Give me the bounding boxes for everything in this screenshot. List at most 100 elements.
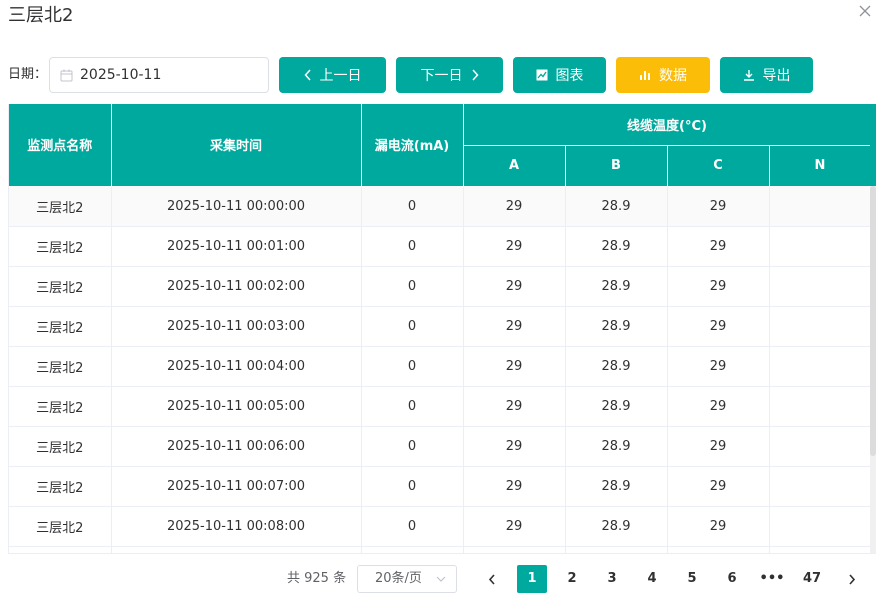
scrollbar-thumb[interactable] [870, 186, 876, 456]
prev-day-button[interactable]: 上一日 [279, 57, 386, 93]
header-n[interactable]: N [769, 145, 872, 187]
table-row[interactable]: 三层北2 2025-10-11 00:07:00 0 29 28.9 29 [9, 466, 872, 507]
cell-n [769, 546, 872, 553]
table-row[interactable]: 三层北2 2025-10-11 00:01:00 0 29 28.9 29 [9, 226, 872, 267]
cell-c: 29 [667, 426, 770, 467]
data-view-button[interactable]: 数据 [616, 57, 710, 93]
dialog-title: 三层北2 [8, 5, 74, 26]
page-number[interactable]: 1 [517, 565, 547, 593]
calendar-icon [60, 69, 73, 82]
cell-name: 三层北2 [9, 466, 112, 507]
export-button[interactable]: 导出 [720, 57, 813, 93]
page-number[interactable]: 6 [717, 565, 747, 593]
cell-time: 2025-10-11 00:06:00 [111, 426, 362, 467]
next-day-button[interactable]: 下一日 [396, 57, 503, 93]
cell-time: 2025-10-11 00:03:00 [111, 306, 362, 347]
header-time[interactable]: 采集时间 [111, 104, 362, 187]
cell-b: 28.9 [565, 346, 668, 387]
cell-time: 2025-10-11 00:07:00 [111, 466, 362, 507]
date-label: 日期： [8, 67, 48, 82]
header-leak[interactable]: 漏电流(mA) [361, 104, 464, 187]
cell-a: 29 [463, 506, 566, 547]
close-icon[interactable] [858, 4, 872, 18]
cell-b: 28.9 [565, 466, 668, 507]
page-number[interactable]: 4 [637, 565, 667, 593]
data-view-label: 数据 [659, 68, 687, 84]
cell-n [769, 346, 872, 387]
cell-a: 29 [463, 346, 566, 387]
cell-name: 三层北2 [9, 426, 112, 467]
chevron-left-icon [488, 574, 495, 585]
cell-n [769, 266, 872, 307]
table-row[interactable]: 三层北2 2025-10-11 00:08:00 0 29 28.9 29 [9, 506, 872, 547]
table-row[interactable]: 三层北2 2025-10-11 00:06:00 0 29 28.9 29 [9, 426, 872, 467]
cell-name: 三层北2 [9, 186, 112, 227]
export-label: 导出 [762, 68, 791, 84]
cell-c: 29 [667, 266, 770, 307]
table-row[interactable]: 三层北2 2025-10-11 00:04:00 0 29 28.9 29 [9, 346, 872, 387]
cell-c [667, 546, 770, 553]
line-chart-icon [536, 69, 547, 81]
cell-c: 29 [667, 186, 770, 227]
pagination: 共 925 条 20条/页 1 2 3 4 5 6 ••• 47 [0, 565, 880, 593]
cell-name: 三层北2 [9, 266, 112, 307]
header-b[interactable]: B [565, 145, 668, 187]
cell-c: 29 [667, 306, 770, 347]
table-row[interactable] [9, 546, 872, 553]
cell-b: 28.9 [565, 426, 668, 467]
header-a[interactable]: A [463, 145, 566, 187]
cell-time: 2025-10-11 00:01:00 [111, 226, 362, 267]
cell-n [769, 506, 872, 547]
cell-leak: 0 [361, 226, 464, 267]
cell-leak: 0 [361, 346, 464, 387]
cell-name: 三层北2 [9, 506, 112, 547]
cell-name: 三层北2 [9, 226, 112, 267]
cell-b: 28.9 [565, 386, 668, 427]
page-number[interactable]: 5 [677, 565, 707, 593]
cell-a: 29 [463, 186, 566, 227]
cell-b: 28.9 [565, 226, 668, 267]
page-ellipsis[interactable]: ••• [757, 565, 787, 593]
page-number[interactable]: 2 [557, 565, 587, 593]
prev-day-label: 上一日 [319, 68, 362, 84]
page-size-select[interactable]: 20条/页 [357, 565, 457, 593]
cell-c: 29 [667, 466, 770, 507]
cell-name: 三层北2 [9, 346, 112, 387]
cell-name: 三层北2 [9, 386, 112, 427]
page-size-value: 20条/页 [375, 571, 422, 586]
table-row[interactable]: 三层北2 2025-10-11 00:03:00 0 29 28.9 29 [9, 306, 872, 347]
toolbar: 日期： 2025-10-11 上一日 下一日 图表 数据 导出 [8, 57, 872, 93]
prev-page-button[interactable] [477, 565, 507, 593]
next-page-button[interactable] [837, 565, 867, 593]
table-row[interactable]: 三层北2 2025-10-11 00:02:00 0 29 28.9 29 [9, 266, 872, 307]
chart-view-label: 图表 [555, 68, 584, 84]
header-temp-group: 线缆温度(°C) [463, 104, 872, 146]
next-day-label: 下一日 [420, 68, 463, 84]
chevron-down-icon [436, 576, 446, 582]
cell-c: 29 [667, 346, 770, 387]
cell-leak: 0 [361, 306, 464, 347]
cell-time: 2025-10-11 00:08:00 [111, 506, 362, 547]
chevron-right-icon [471, 69, 479, 81]
header-name[interactable]: 监测点名称 [9, 104, 112, 187]
date-input[interactable]: 2025-10-11 [49, 57, 269, 93]
table-row[interactable]: 三层北2 2025-10-11 00:05:00 0 29 28.9 29 [9, 386, 872, 427]
cell-c: 29 [667, 226, 770, 267]
cell-b [565, 546, 668, 553]
cell-leak: 0 [361, 386, 464, 427]
cell-n [769, 466, 872, 507]
header-c[interactable]: C [667, 145, 770, 187]
cell-leak: 0 [361, 426, 464, 467]
page-number[interactable]: 3 [597, 565, 627, 593]
page-number[interactable]: 47 [797, 565, 827, 593]
cell-c: 29 [667, 506, 770, 547]
cell-b: 28.9 [565, 186, 668, 227]
table-row[interactable]: 三层北2 2025-10-11 00:00:00 0 29 28.9 29 [9, 186, 872, 227]
chart-view-button[interactable]: 图表 [513, 57, 606, 93]
total-count: 共 925 条 [287, 571, 347, 586]
cell-c: 29 [667, 386, 770, 427]
cell-leak: 0 [361, 186, 464, 227]
cell-a: 29 [463, 306, 566, 347]
cell-leak: 0 [361, 266, 464, 307]
cell-time [111, 546, 362, 553]
